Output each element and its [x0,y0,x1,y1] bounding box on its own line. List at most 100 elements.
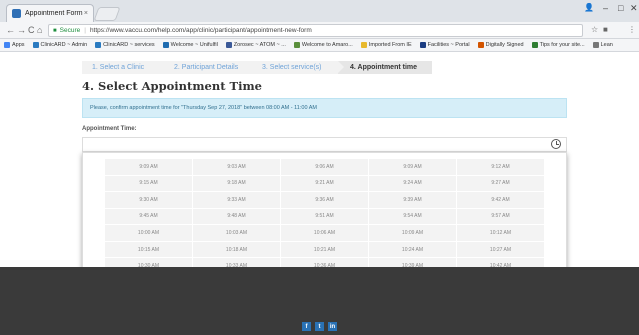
browser-tab-bar: Appointment Form × 👤 – □ ✕ [0,0,639,22]
reload-button[interactable]: C [28,25,35,35]
time-slot[interactable]: 10:27 AM [457,241,544,258]
time-slot[interactable]: 9:24 AM [369,175,456,192]
address-toolbar: ← → C ⌂ ■ Secure | https://www.vaccu.com… [0,22,639,39]
extension-icon[interactable]: ■ [603,25,608,34]
time-slot[interactable]: 10:24 AM [369,241,456,258]
bookmark-favicon-icon [32,42,39,48]
url-text: https://www.vaccu.com/help.com/app/clini… [89,27,312,34]
step-select-services[interactable]: 3. Select service(s) [250,61,344,74]
forward-button[interactable]: → [17,25,26,35]
time-slot[interactable]: 10:03 AM [193,225,280,241]
time-slot[interactable]: 9:21 AM [281,175,368,192]
step-participant-details[interactable]: 2. Participant Details [162,61,256,74]
time-slot[interactable]: 9:36 AM [281,192,368,208]
time-slot[interactable]: 10:09 AM [369,225,456,241]
facebook-icon[interactable]: f [302,322,311,331]
step-label: 4. Appointment time [350,64,418,71]
profile-icon[interactable]: 👤 [584,3,594,12]
info-alert: Please, confirm appointment time for "Th… [82,98,567,118]
tab-favicon-icon [12,9,21,18]
step-appointment-time: 4. Appointment time [338,61,432,74]
bookmark-favicon-icon [4,42,10,48]
time-slot[interactable]: 10:00 AM [105,225,192,241]
twitter-icon[interactable]: t [315,322,324,331]
bookmark-label: Facilities ~ Portal [427,42,470,48]
time-slot[interactable]: 9:48 AM [193,208,280,225]
appointment-time-input[interactable] [82,137,567,152]
bookmark-label: Zorosec ~ ATOM ~ ... [233,42,286,48]
time-slot[interactable]: 9:27 AM [457,175,544,192]
time-slot[interactable]: 9:30 AM [105,192,192,208]
bookmark-label: ClinicARD ~ services [103,42,155,48]
step-label: 2. Participant Details [174,64,239,71]
time-slot[interactable]: 9:09 AM [369,159,456,175]
time-slot[interactable]: 9:09 AM [105,159,192,175]
bookmark-star-icon[interactable]: ☆ [591,25,598,34]
maximize-button[interactable]: □ [618,3,623,13]
bookmark-item[interactable]: Facilities ~ Portal [419,42,470,48]
bookmark-label: Imported From IE [368,42,412,48]
time-slot[interactable]: 9:06 AM [281,159,368,175]
close-window-button[interactable]: ✕ [630,3,638,14]
alert-text: Please, confirm appointment time for "Th… [90,105,317,111]
time-slot[interactable]: 9:42 AM [457,192,544,208]
bookmark-item[interactable]: Digitally Signed [477,42,524,48]
tab-title: Appointment Form [25,10,83,17]
appointment-time-label: Appointment Time: [82,126,137,132]
time-slot[interactable]: 9:54 AM [369,208,456,225]
time-slot[interactable]: 9:39 AM [369,192,456,208]
time-slot[interactable]: 10:06 AM [281,225,368,241]
tab-close-icon[interactable]: × [84,10,88,17]
time-slot[interactable]: 9:12 AM [457,159,544,175]
time-slot[interactable]: 10:15 AM [105,241,192,258]
bookmark-favicon-icon [162,42,169,48]
bookmark-label: Digitally Signed [485,42,524,48]
menu-icon[interactable]: ⋮ [628,25,636,34]
step-label: 1. Select a Clinic [92,64,145,71]
social-links: f t in [302,322,337,331]
time-slot[interactable]: 10:12 AM [457,225,544,241]
bookmark-favicon-icon [477,42,484,48]
bookmark-favicon-icon [225,42,232,48]
time-slot[interactable]: 9:03 AM [193,159,280,175]
bookmark-item[interactable]: Tips for your site... [531,42,585,48]
time-slot[interactable]: 9:18 AM [193,175,280,192]
bookmark-favicon-icon [293,42,300,48]
bookmark-label: ClinicARD ~ Admin [40,42,88,48]
time-slot[interactable]: 9:51 AM [281,208,368,225]
browser-tab[interactable]: Appointment Form × [6,4,94,22]
bookmark-item[interactable]: Welcome ~ Unifulfil [162,42,218,48]
bookmark-item[interactable]: ClinicARD ~ Admin [32,42,88,48]
url-separator: | [84,27,86,34]
bookmark-label: Apps [12,42,25,48]
wizard-steps: 1. Select a Clinic 2. Participant Detail… [82,61,432,74]
bookmark-item[interactable]: Imported From IE [360,42,412,48]
time-slot[interactable]: 9:15 AM [105,175,192,192]
bookmark-item[interactable]: Lean [592,42,613,48]
lock-icon: ■ [53,27,57,34]
bookmark-item[interactable]: Welcome to Amaro... [293,42,353,48]
step-select-clinic[interactable]: 1. Select a Clinic [82,61,168,74]
url-bar[interactable]: ■ Secure | https://www.vaccu.com/help.co… [48,24,583,37]
home-button[interactable]: ⌂ [37,25,42,35]
time-slot[interactable]: 9:45 AM [105,208,192,225]
minimize-button[interactable]: – [603,3,608,13]
linkedin-icon[interactable]: in [328,322,337,331]
bookmark-item[interactable]: ClinicARD ~ services [95,42,155,48]
secure-label: Secure [59,27,81,34]
time-slot[interactable]: 9:33 AM [193,192,280,208]
bookmark-favicon-icon [95,42,102,48]
time-slot[interactable]: 10:18 AM [193,241,280,258]
time-slot[interactable]: 9:57 AM [457,208,544,225]
time-slot[interactable]: 10:21 AM [281,241,368,258]
bookmarks-bar: Apps ClinicARD ~ Admin ClinicARD ~ service… [0,39,639,52]
bookmark-favicon-icon [592,42,599,48]
bookmark-favicon-icon [360,42,367,48]
bookmark-item[interactable]: Zorosec ~ ATOM ~ ... [225,42,286,48]
bookmark-label: Welcome ~ Unifulfil [170,42,218,48]
new-tab-button[interactable] [93,7,121,21]
bookmark-label: Lean [600,42,613,48]
back-button[interactable]: ← [6,25,15,35]
bookmark-item[interactable]: Apps [4,42,25,48]
clock-icon[interactable] [551,139,561,149]
